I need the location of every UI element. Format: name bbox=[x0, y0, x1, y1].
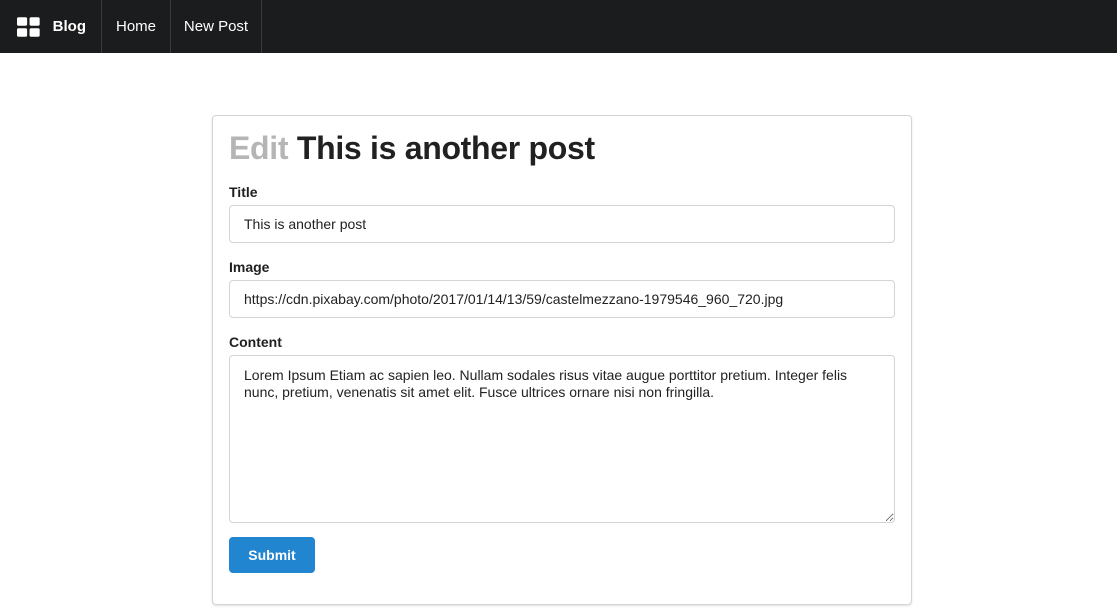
page-title: Edit This is another post bbox=[229, 130, 595, 167]
top-navbar: Blog Home New Post bbox=[0, 0, 1117, 53]
nav-item-label: Home bbox=[115, 18, 156, 35]
submit-button[interactable]: Submit bbox=[229, 537, 315, 573]
nav-item-new-post[interactable]: New Post bbox=[171, 0, 262, 53]
content-textarea[interactable]: Lorem Ipsum Etiam ac sapien leo. Nullam … bbox=[229, 355, 895, 523]
grid-icon bbox=[17, 16, 40, 37]
nav-item-label: New Post bbox=[183, 18, 249, 35]
content-label: Content bbox=[229, 334, 282, 350]
brand-link[interactable]: Blog bbox=[0, 0, 102, 53]
brand-label: Blog bbox=[52, 18, 86, 35]
heading-post-title: This is another post bbox=[296, 130, 595, 166]
title-input[interactable] bbox=[229, 205, 895, 243]
heading-prefix: Edit bbox=[229, 130, 289, 166]
title-label: Title bbox=[229, 184, 258, 200]
image-label: Image bbox=[229, 259, 270, 275]
edit-post-card: Edit This is another post Title Image Co… bbox=[212, 115, 912, 605]
image-url-input[interactable] bbox=[229, 280, 895, 318]
nav-item-home[interactable]: Home bbox=[102, 0, 171, 53]
